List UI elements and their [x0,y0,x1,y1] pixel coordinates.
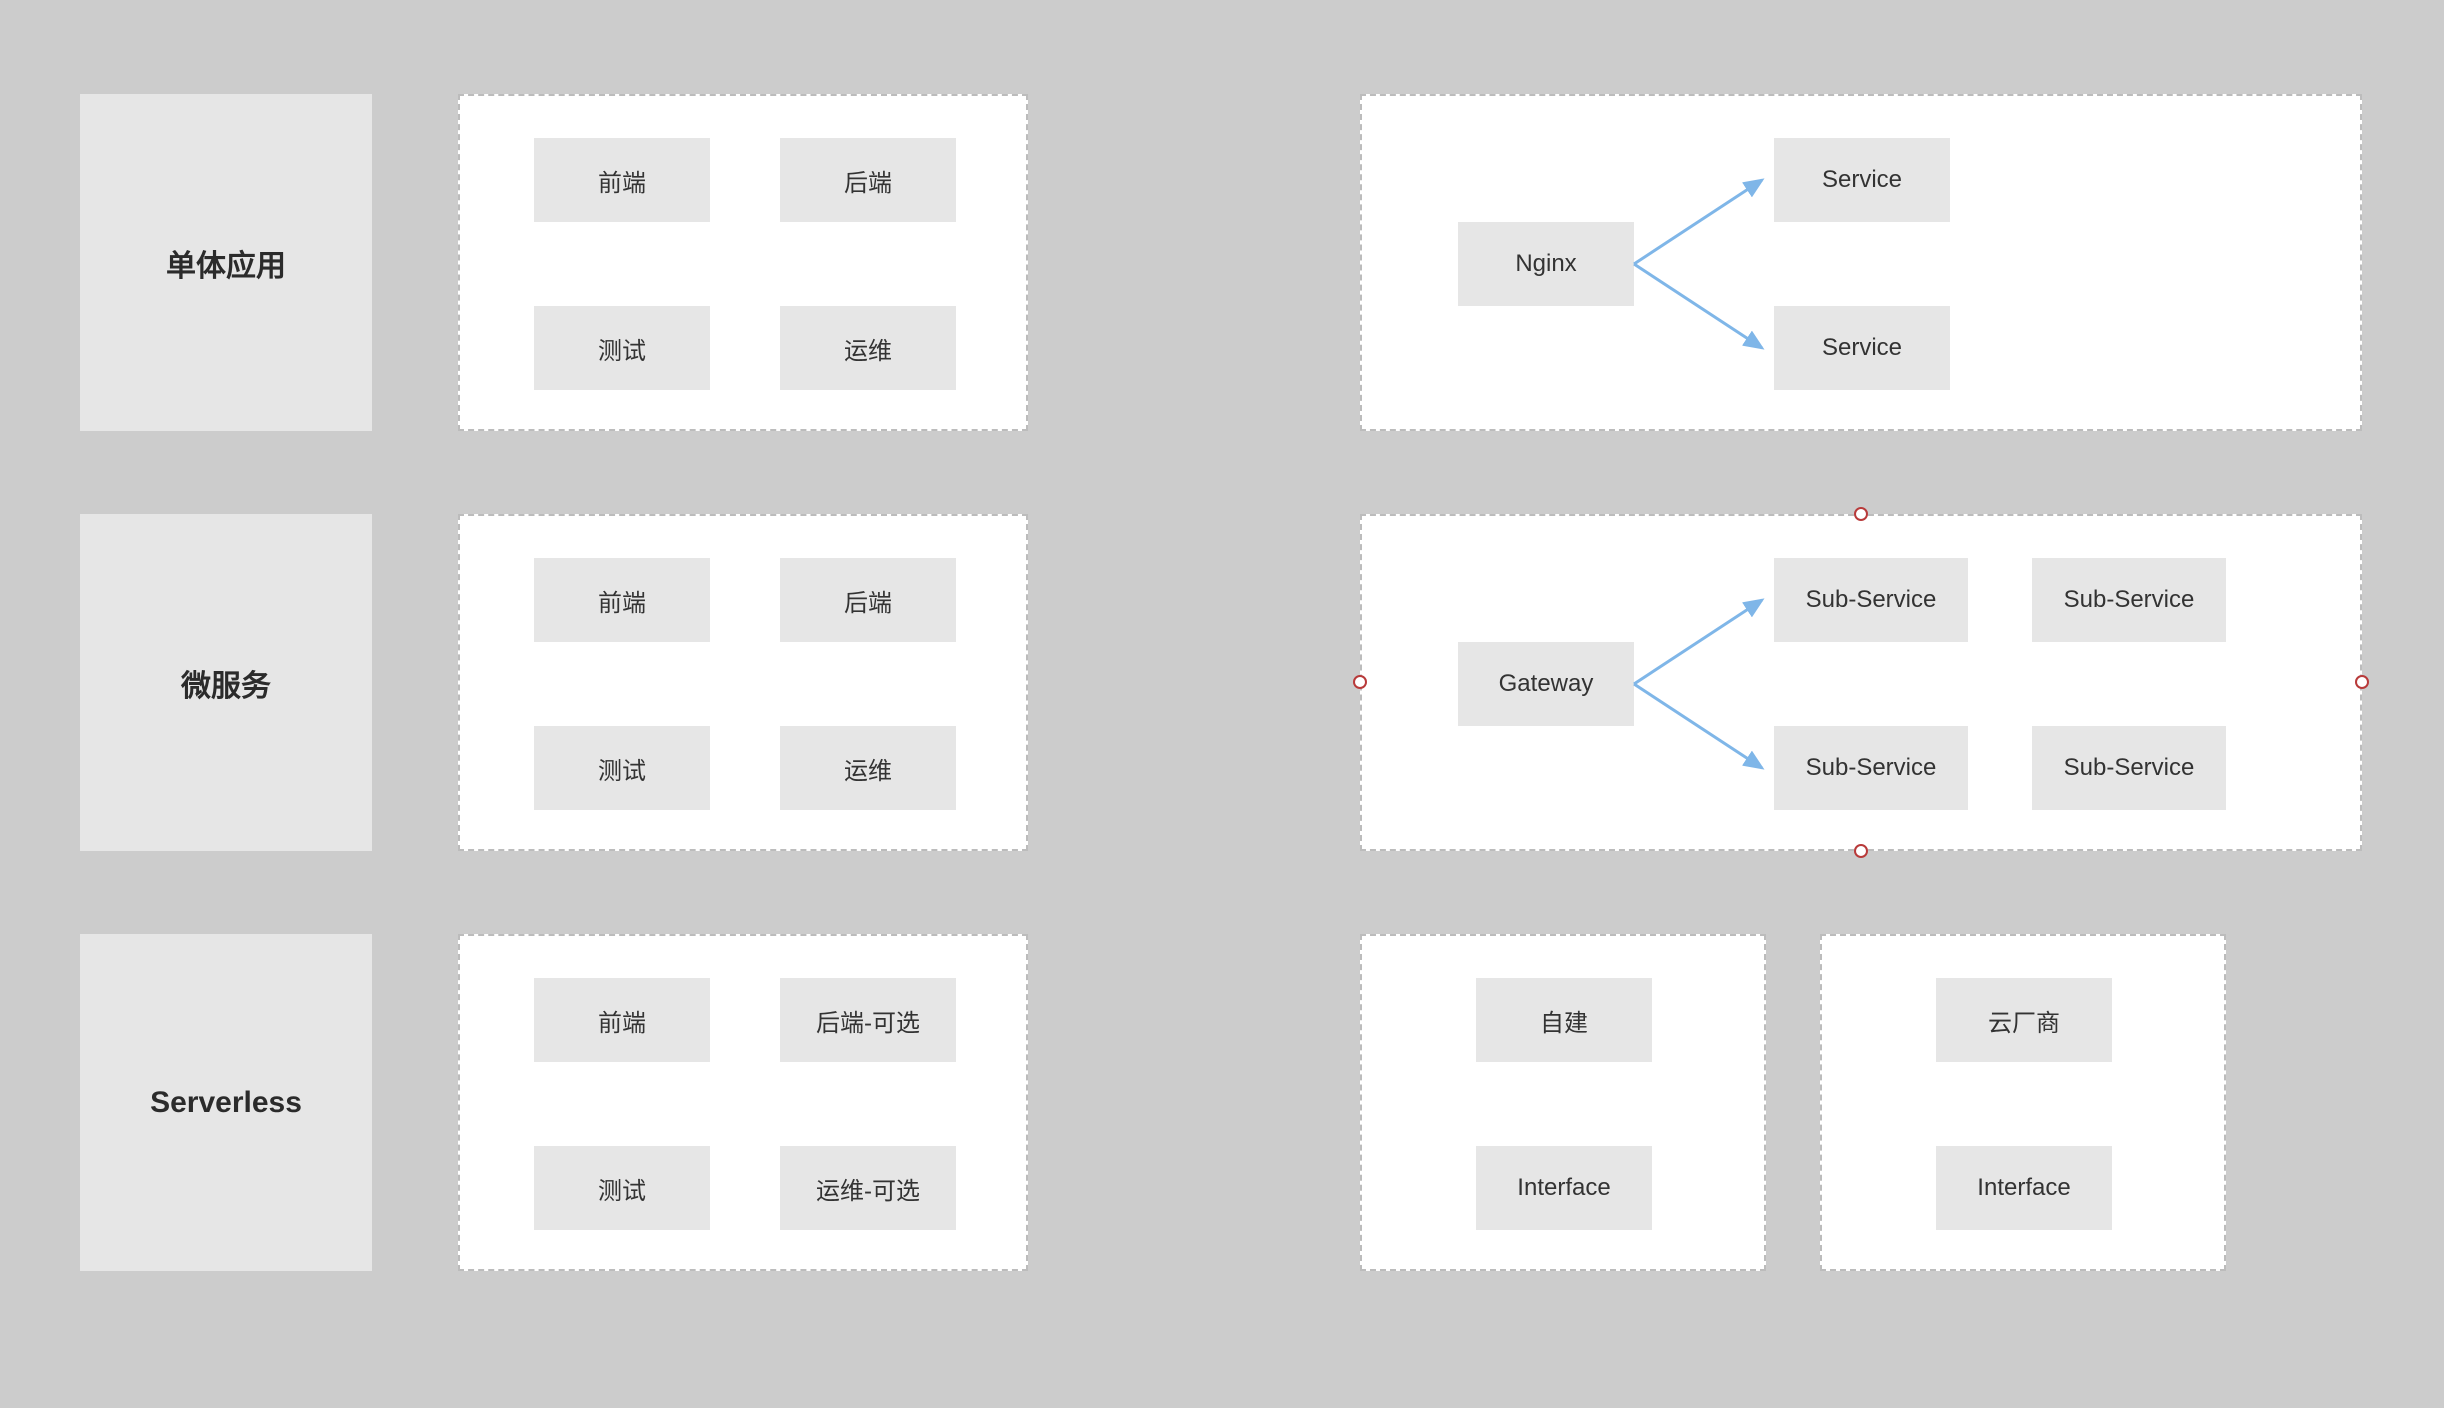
node-cloud-vendor[interactable]: 云厂商 [1936,978,2112,1062]
node-ops-optional[interactable]: 运维-可选 [780,1146,956,1230]
node-label: Sub-Service [1806,586,1937,614]
node-subservice-1[interactable]: Sub-Service [1774,558,1968,642]
row-label-microservice: 微服务 [80,514,372,851]
node-frontend[interactable]: 前端 [534,978,710,1062]
panel-serverless-cloud: 云厂商 Interface [1820,934,2226,1271]
node-label: Interface [1977,1174,2070,1202]
node-label: 测试 [598,331,646,366]
node-label: Sub-Service [1806,754,1937,782]
node-service-1[interactable]: Service [1774,138,1950,222]
panel-serverless-selfhost: 自建 Interface [1360,934,1766,1271]
node-label: Gateway [1499,670,1594,698]
node-frontend[interactable]: 前端 [534,138,710,222]
node-subservice-3[interactable]: Sub-Service [1774,726,1968,810]
node-ops[interactable]: 运维 [780,306,956,390]
selection-handle-left[interactable] [1353,675,1367,689]
node-subservice-4[interactable]: Sub-Service [2032,726,2226,810]
node-backend[interactable]: 后端 [780,558,956,642]
node-label: 后端 [844,163,892,198]
row-label-text: Serverless [150,1086,302,1120]
selection-handle-right[interactable] [2355,675,2369,689]
arrow-nginx-to-service-2 [1634,252,1774,372]
node-label: 测试 [598,751,646,786]
arrow-gateway-to-sub-3 [1634,672,1774,792]
node-label: 云厂商 [1988,1003,2060,1038]
node-label: 运维 [844,751,892,786]
node-backend-optional[interactable]: 后端-可选 [780,978,956,1062]
node-label: 自建 [1540,1003,1588,1038]
row-label-text: 单体应用 [166,241,286,285]
row-label-serverless: Serverless [80,934,372,1271]
row-label-text: 微服务 [181,661,271,705]
node-nginx[interactable]: Nginx [1458,222,1634,306]
node-frontend[interactable]: 前端 [534,558,710,642]
node-label: 后端 [844,583,892,618]
node-label: 后端-可选 [816,1003,920,1038]
node-interface[interactable]: Interface [1476,1146,1652,1230]
node-label: Sub-Service [2064,586,2195,614]
node-label: 前端 [598,583,646,618]
node-label: 测试 [598,1171,646,1206]
node-label: Interface [1517,1174,1610,1202]
row-label-monolith: 单体应用 [80,94,372,431]
node-ops[interactable]: 运维 [780,726,956,810]
node-interface[interactable]: Interface [1936,1146,2112,1230]
node-label: Service [1822,166,1902,194]
node-label: 运维 [844,331,892,366]
selection-handle-top[interactable] [1854,507,1868,521]
selection-handle-bottom[interactable] [1854,844,1868,858]
node-gateway[interactable]: Gateway [1458,642,1634,726]
node-label: Service [1822,334,1902,362]
panel-serverless-roles: 前端 后端-可选 测试 运维-可选 [458,934,1028,1271]
node-label: 前端 [598,1003,646,1038]
node-test[interactable]: 测试 [534,306,710,390]
node-service-2[interactable]: Service [1774,306,1950,390]
node-selfbuild[interactable]: 自建 [1476,978,1652,1062]
panel-microservice-arch[interactable]: Gateway Sub-Service Sub-Service Sub-Serv… [1360,514,2362,851]
panel-microservice-roles: 前端 后端 测试 运维 [458,514,1028,851]
node-subservice-2[interactable]: Sub-Service [2032,558,2226,642]
node-label: Sub-Service [2064,754,2195,782]
node-label: 运维-可选 [816,1171,920,1206]
node-backend[interactable]: 后端 [780,138,956,222]
node-test[interactable]: 测试 [534,726,710,810]
node-label: 前端 [598,163,646,198]
panel-monolith-roles: 前端 后端 测试 运维 [458,94,1028,431]
node-label: Nginx [1515,250,1576,278]
panel-monolith-arch: Nginx Service Service [1360,94,2362,431]
node-test[interactable]: 测试 [534,1146,710,1230]
